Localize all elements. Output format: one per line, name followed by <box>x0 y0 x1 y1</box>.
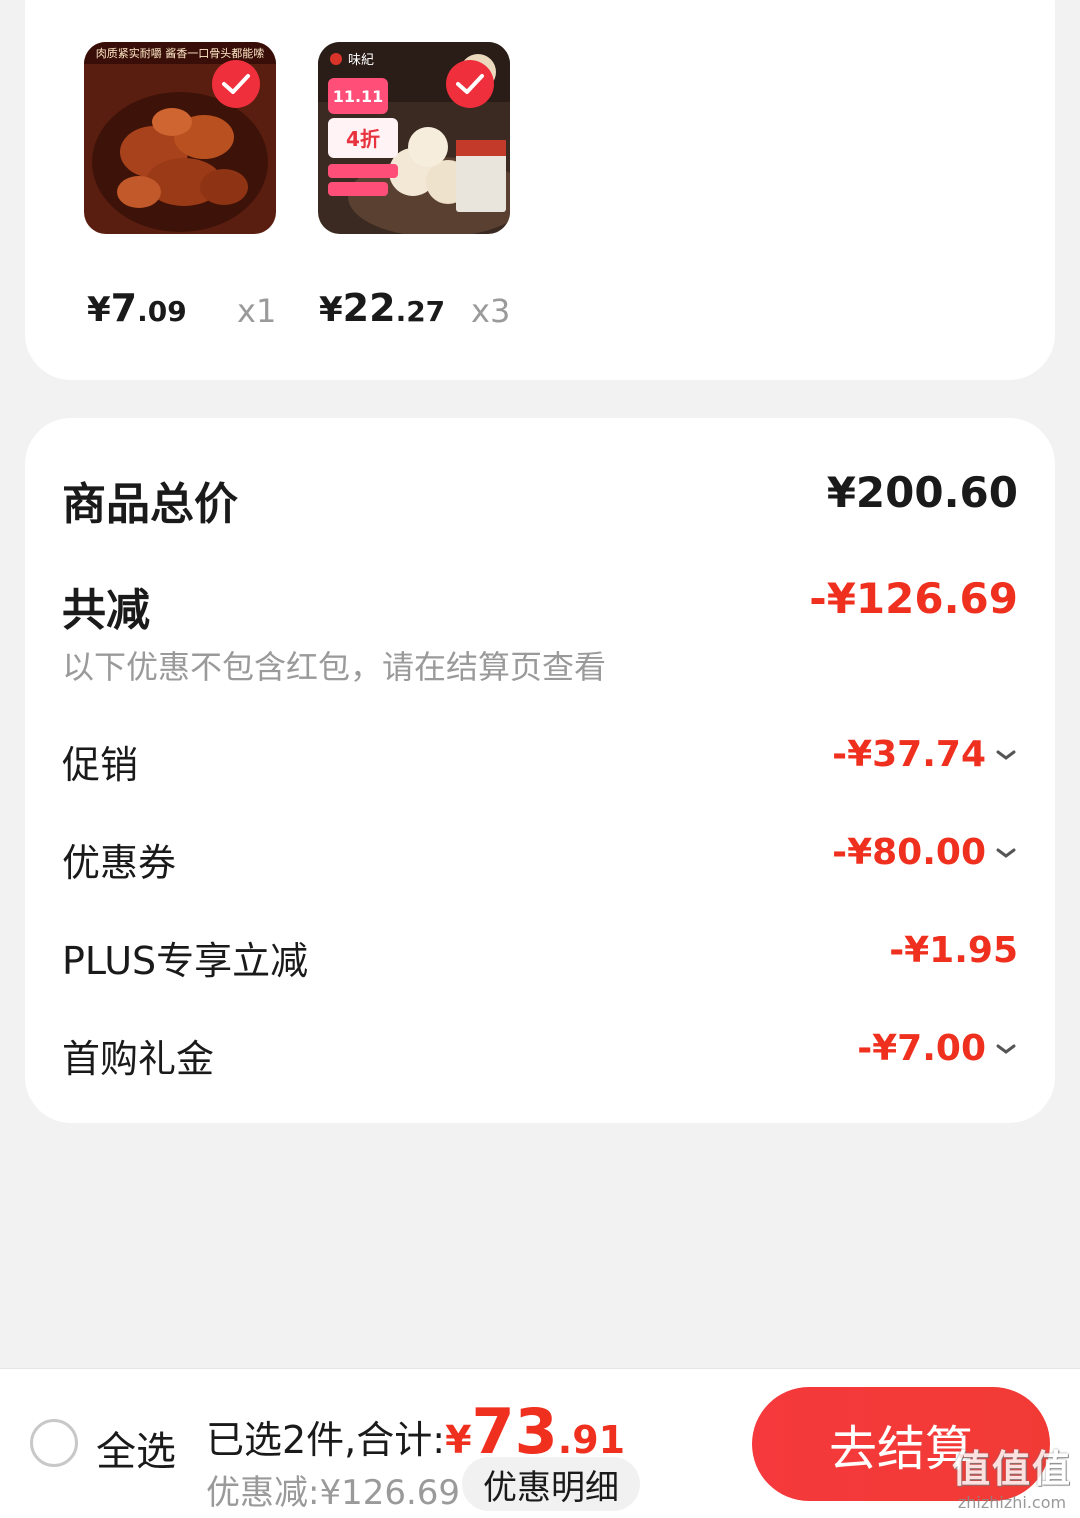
total-price-label: 商品总价 <box>62 479 238 530</box>
chevron-down-icon[interactable] <box>994 844 1018 864</box>
brand-logo-text: 味紀 <box>348 53 374 68</box>
total-currency: ¥ <box>445 1418 472 1462</box>
promotion-row[interactable]: 促销 -¥37.74 <box>62 734 1018 787</box>
selected-products-card: 肉质紧实耐嚼 酱香一口骨头都能嗦 ¥7.09 x1 11.11 4折 味紀 ¥2… <box>25 0 1055 380</box>
promo-tag-text: 11.11 <box>333 87 384 106</box>
site-watermark: 值值值 zhizhizhi.com <box>952 1438 1072 1512</box>
plus-discount-row: PLUS专享立减 -¥1.95 <box>62 930 1018 983</box>
price-currency: ¥ <box>319 290 343 330</box>
total-reduction-label: 共减 <box>62 585 150 636</box>
first-purchase-gift-label: 首购礼金 <box>62 1037 215 1081</box>
total-reduction-row: 共减 -¥126.69 <box>62 574 1018 636</box>
product-image-braised-duck[interactable]: 肉质紧实耐嚼 酱香一口骨头都能嗦 <box>84 42 276 234</box>
promo-discount-text: 4折 <box>346 127 380 151</box>
selected-count-text: 已选2件,合计: <box>206 1418 446 1462</box>
plus-discount-label: PLUS专享立减 <box>62 939 309 983</box>
price-decimal: .27 <box>395 295 446 328</box>
price-decimal: .09 <box>137 295 187 328</box>
price-integer: 22 <box>342 286 396 330</box>
first-purchase-gift-row[interactable]: 首购礼金 -¥7.00 <box>62 1028 1018 1081</box>
chevron-down-icon[interactable] <box>994 1040 1018 1060</box>
select-all-radio[interactable] <box>30 1419 78 1467</box>
product-1-quantity: x1 <box>237 292 277 330</box>
total-price-value: ¥200.60 <box>826 468 1018 517</box>
reduction-note: 以下优惠不包含红包，请在结算页查看 <box>62 648 607 686</box>
first-purchase-gift-value: -¥7.00 <box>857 1028 986 1069</box>
reduction-note-row: 以下优惠不包含红包，请在结算页查看 <box>62 642 1018 686</box>
total-price-row: 商品总价 ¥200.60 <box>62 468 1018 530</box>
product-1-image-text: 肉质紧实耐嚼 酱香一口骨头都能嗦 <box>96 46 265 60</box>
discount-detail-button[interactable]: 优惠明细 <box>462 1457 640 1511</box>
price-integer: 7 <box>110 286 138 330</box>
product-image-xiaolongbao[interactable]: 11.11 4折 味紀 <box>318 42 510 234</box>
selected-check-icon[interactable] <box>446 60 494 108</box>
coupon-label: 优惠券 <box>62 841 177 885</box>
coupon-row[interactable]: 优惠券 -¥80.00 <box>62 832 1018 885</box>
product-1-price: ¥7.09 <box>87 286 187 330</box>
total-decimal: .91 <box>557 1418 626 1462</box>
saving-text: 优惠减:¥126.69 <box>206 1473 461 1513</box>
plus-discount-value: -¥1.95 <box>889 930 1018 971</box>
promotion-label: 促销 <box>62 743 139 787</box>
product-2-quantity: x3 <box>471 292 511 330</box>
watermark-url: zhizhizhi.com <box>957 1493 1067 1512</box>
watermark-logo: 值值值 <box>951 1447 1072 1491</box>
product-2-price: ¥22.27 <box>319 286 445 330</box>
select-all-label[interactable]: 全选 <box>96 1419 176 1477</box>
promotion-value: -¥37.74 <box>832 734 986 775</box>
price-currency: ¥ <box>87 290 111 330</box>
selected-check-icon[interactable] <box>212 60 260 108</box>
chevron-down-icon[interactable] <box>994 746 1018 766</box>
price-summary-card: 商品总价 ¥200.60 共减 -¥126.69 以下优惠不包含红包，请在结算页… <box>25 418 1055 1123</box>
total-reduction-value: -¥126.69 <box>809 574 1018 623</box>
coupon-value: -¥80.00 <box>832 832 986 873</box>
checkout-bar: 全选 已选2件,合计:¥73.91 优惠减:¥126.69 优惠明细 去结算 值… <box>0 1368 1080 1518</box>
